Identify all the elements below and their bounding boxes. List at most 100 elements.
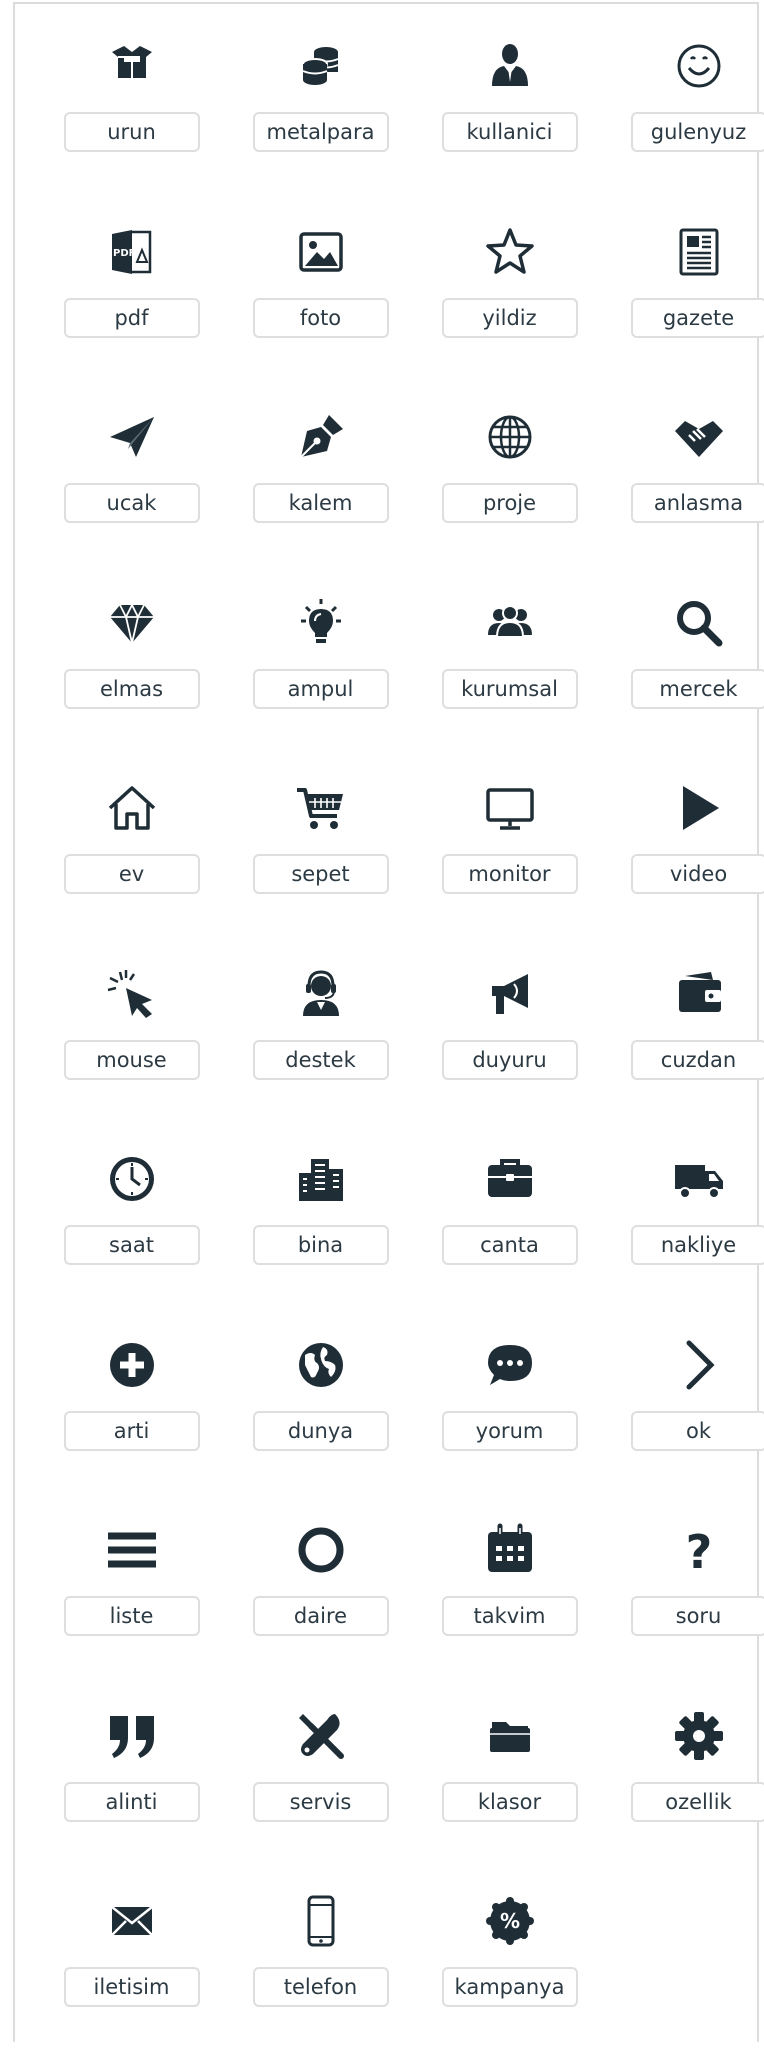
icon-label[interactable]: iletisim — [64, 1967, 200, 2007]
icon-tile-foto: foto — [226, 204, 415, 390]
icon-tile-dunya: dunya — [226, 1317, 415, 1503]
pdf-icon: PDF — [104, 224, 160, 280]
icon-tile-yorum: yorum — [415, 1317, 604, 1503]
calendar-icon — [482, 1522, 538, 1578]
icon-label[interactable]: liste — [64, 1596, 200, 1636]
icon-tile-kalem: kalem — [226, 389, 415, 575]
icon-tile-gazete: gazete — [604, 204, 764, 390]
icon-tile-video: video — [604, 760, 764, 946]
icon-label[interactable]: daire — [253, 1596, 389, 1636]
users-group-icon — [482, 595, 538, 651]
percent-badge-icon: % — [482, 1893, 538, 1949]
wallet-icon — [671, 966, 727, 1022]
icon-label[interactable]: kurumsal — [442, 669, 578, 709]
icon-label[interactable]: saat — [64, 1225, 200, 1265]
icon-tile-ev: ev — [37, 760, 226, 946]
icon-tile-bina: bina — [226, 1131, 415, 1317]
cart-icon — [293, 780, 349, 836]
icon-label[interactable]: urun — [64, 112, 200, 152]
icon-label[interactable]: ucak — [64, 483, 200, 523]
icon-label[interactable]: soru — [631, 1596, 764, 1636]
icon-label[interactable]: pdf — [64, 298, 200, 338]
folder-icon — [482, 1708, 538, 1764]
icon-label[interactable]: dunya — [253, 1411, 389, 1451]
circle-icon — [293, 1522, 349, 1578]
icon-label[interactable]: kalem — [253, 483, 389, 523]
pen-nib-icon — [293, 409, 349, 465]
icon-label[interactable]: mouse — [64, 1040, 200, 1080]
box-icon — [104, 38, 160, 94]
icon-label[interactable]: telefon — [253, 1967, 389, 2007]
play-icon — [671, 780, 727, 836]
icon-label[interactable]: canta — [442, 1225, 578, 1265]
svg-text:PDF: PDF — [113, 248, 135, 259]
icon-tile-ampul: ampul — [226, 575, 415, 761]
icon-label[interactable]: destek — [253, 1040, 389, 1080]
search-icon — [671, 595, 727, 651]
truck-icon — [671, 1151, 727, 1207]
icon-tile-pdf: PDF pdf — [37, 204, 226, 390]
briefcase-icon — [482, 1151, 538, 1207]
icon-label[interactable]: nakliye — [631, 1225, 764, 1265]
icon-label[interactable]: metalpara — [253, 112, 389, 152]
monitor-icon — [482, 780, 538, 836]
icon-label[interactable]: kullanici — [442, 112, 578, 152]
icon-label[interactable]: elmas — [64, 669, 200, 709]
icon-label[interactable]: servis — [253, 1782, 389, 1822]
icon-tile-kurumsal: kurumsal — [415, 575, 604, 761]
icon-tile-ozellik: ozellik — [604, 1688, 764, 1874]
icon-label[interactable]: arti — [64, 1411, 200, 1451]
icon-tile-ucak: ucak — [37, 389, 226, 575]
quote-icon — [104, 1708, 160, 1764]
icon-tile-elmas: elmas — [37, 575, 226, 761]
icon-label[interactable]: ozellik — [631, 1782, 764, 1822]
icon-label[interactable]: duyuru — [442, 1040, 578, 1080]
icon-label[interactable]: bina — [253, 1225, 389, 1265]
icon-label[interactable]: ampul — [253, 669, 389, 709]
icon-tile-saat: saat — [37, 1131, 226, 1317]
icon-tile-duyuru: duyuru — [415, 946, 604, 1132]
icon-label[interactable]: takvim — [442, 1596, 578, 1636]
icon-tile-gulenyuz: gulenyuz — [604, 18, 764, 204]
icon-label[interactable]: proje — [442, 483, 578, 523]
icon-tile-servis: servis — [226, 1688, 415, 1874]
icon-label[interactable]: mercek — [631, 669, 764, 709]
icon-tile-soru: ?soru — [604, 1502, 764, 1688]
icon-tile-canta: canta — [415, 1131, 604, 1317]
icon-tile-monitor: monitor — [415, 760, 604, 946]
icon-label[interactable]: ev — [64, 854, 200, 894]
icon-label[interactable]: foto — [253, 298, 389, 338]
icon-tile-ok: ok — [604, 1317, 764, 1503]
clock-icon — [104, 1151, 160, 1207]
icon-label[interactable]: sepet — [253, 854, 389, 894]
icon-label[interactable]: ok — [631, 1411, 764, 1451]
icon-label[interactable]: yildiz — [442, 298, 578, 338]
icon-label[interactable]: klasor — [442, 1782, 578, 1822]
icon-label[interactable]: gazete — [631, 298, 764, 338]
icon-label[interactable]: kampanya — [442, 1967, 578, 2007]
earth-icon — [293, 1337, 349, 1393]
icon-tile-liste: liste — [37, 1502, 226, 1688]
icon-catalog-panel: urunmetalparakullanicigulenyuzPDFpdffoto… — [13, 2, 759, 2042]
icon-tile-arti: arti — [37, 1317, 226, 1503]
icon-tile-kullanici: kullanici — [415, 18, 604, 204]
icon-label[interactable]: cuzdan — [631, 1040, 764, 1080]
icon-tile-sepet: sepet — [226, 760, 415, 946]
icon-tile-nakliye: nakliye — [604, 1131, 764, 1317]
envelope-icon — [104, 1893, 160, 1949]
icon-label[interactable]: alinti — [64, 1782, 200, 1822]
icon-label[interactable]: yorum — [442, 1411, 578, 1451]
icon-tile-daire: daire — [226, 1502, 415, 1688]
building-icon — [293, 1151, 349, 1207]
phone-icon — [293, 1893, 349, 1949]
icon-tile-yildiz: yildiz — [415, 204, 604, 390]
comment-icon — [482, 1337, 538, 1393]
icon-label[interactable]: anlasma — [631, 483, 764, 523]
user-icon — [482, 38, 538, 94]
support-agent-icon — [293, 966, 349, 1022]
icon-label[interactable]: monitor — [442, 854, 578, 894]
icon-label[interactable]: video — [631, 854, 764, 894]
chevron-right-icon — [671, 1337, 727, 1393]
icon-label[interactable]: gulenyuz — [631, 112, 764, 152]
tools-icon — [293, 1708, 349, 1764]
